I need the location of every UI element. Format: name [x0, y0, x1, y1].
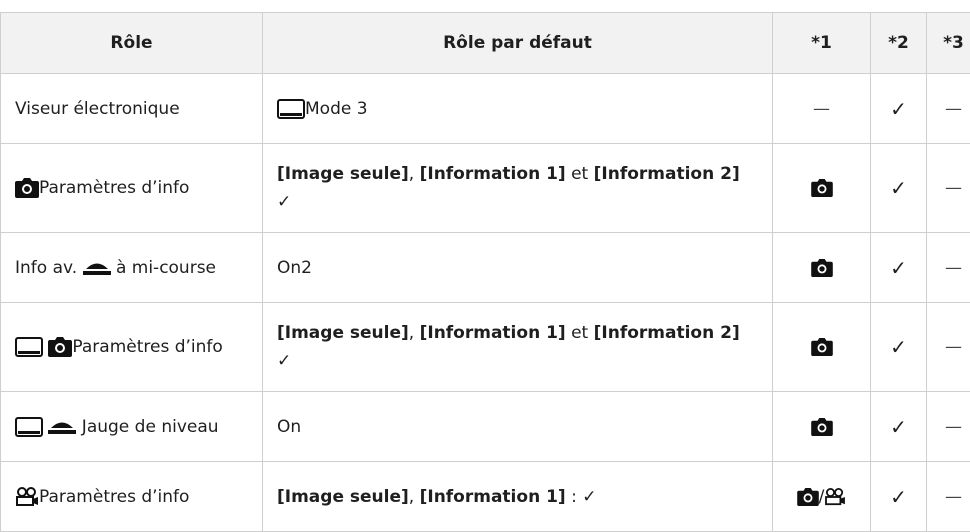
table-row: Paramètres d’info [Image seule], [Inform…	[1, 303, 970, 392]
default-cell: Mode 3	[263, 74, 773, 144]
default-part: [Information 1]	[420, 323, 566, 343]
col3-value: —	[927, 144, 970, 233]
default-value: On	[277, 417, 301, 437]
role-label: Info av.	[15, 258, 83, 278]
col3-value: —	[927, 462, 970, 532]
default-part: ,	[409, 487, 420, 507]
role-cell: Paramètres d’info	[1, 462, 263, 532]
role-label: Paramètres d’info	[72, 337, 222, 357]
role-cell: Paramètres d’info	[1, 303, 263, 392]
col3-value: —	[927, 74, 970, 144]
col2-check: ✓	[871, 144, 927, 233]
movie-camera-icon	[824, 488, 846, 506]
col1-value: —	[773, 74, 871, 144]
table-row: Paramètres d’info [Image seule], [Inform…	[1, 462, 970, 532]
col2-check: ✓	[871, 74, 927, 144]
table-row: Jauge de niveau On ✓ —	[1, 392, 970, 462]
lcd-monitor-icon	[15, 337, 43, 357]
default-part: [Information 2]	[594, 323, 740, 343]
default-part: [Image seule]	[277, 487, 409, 507]
role-label: Viseur électronique	[15, 99, 180, 119]
table-header-row: Rôle Rôle par défaut *1 *2 *3	[1, 13, 970, 74]
default-part: [Image seule]	[277, 164, 409, 184]
default-part: et	[566, 164, 594, 184]
role-label-suffix: à mi-course	[111, 258, 216, 278]
header-default-role: Rôle par défaut	[263, 13, 773, 74]
movie-camera-icon	[15, 487, 39, 507]
default-part: [Image seule]	[277, 323, 409, 343]
table-row: Info av. à mi-course On2 ✓ —	[1, 233, 970, 303]
col2-check: ✓	[871, 462, 927, 532]
col1-value	[773, 233, 871, 303]
default-cell: [Image seule], [Information 1] et [Infor…	[263, 144, 773, 233]
default-part: : ✓	[566, 487, 597, 507]
role-cell: Jauge de niveau	[1, 392, 263, 462]
default-part: ,	[409, 323, 420, 343]
default-value: Mode 3	[305, 99, 368, 119]
default-part: et	[566, 323, 594, 343]
shutter-button-icon	[48, 419, 76, 435]
col1-value: /	[773, 462, 871, 532]
col2-check: ✓	[871, 303, 927, 392]
settings-table: Rôle Rôle par défaut *1 *2 *3 Viseur éle…	[0, 12, 970, 532]
lcd-monitor-icon	[277, 99, 305, 119]
lcd-monitor-icon	[15, 417, 43, 437]
col2-check: ✓	[871, 233, 927, 303]
role-cell: Viseur électronique	[1, 74, 263, 144]
default-part: [Information 1]	[420, 487, 566, 507]
camera-icon	[811, 338, 833, 356]
col1-value	[773, 392, 871, 462]
default-cell: [Image seule], [Information 1] : ✓	[263, 462, 773, 532]
camera-icon	[15, 178, 39, 198]
camera-icon	[811, 418, 833, 436]
camera-icon	[48, 337, 72, 357]
col2-check: ✓	[871, 392, 927, 462]
role-cell: Info av. à mi-course	[1, 233, 263, 303]
default-part: ,	[409, 164, 420, 184]
default-part: ✓	[277, 351, 291, 371]
col1-value	[773, 303, 871, 392]
default-cell: On2	[263, 233, 773, 303]
role-cell: Paramètres d’info	[1, 144, 263, 233]
header-col1: *1	[773, 13, 871, 74]
role-label: Jauge de niveau	[76, 417, 218, 437]
camera-icon	[811, 259, 833, 277]
default-cell: On	[263, 392, 773, 462]
default-part: [Information 1]	[420, 164, 566, 184]
col3-value: —	[927, 392, 970, 462]
camera-icon	[811, 179, 833, 197]
shutter-button-icon	[83, 260, 111, 276]
role-label: Paramètres d’info	[39, 487, 189, 507]
col3-value: —	[927, 303, 970, 392]
default-part: [Information 2]	[594, 164, 740, 184]
header-role: Rôle	[1, 13, 263, 74]
table-row: Paramètres d’info [Image seule], [Inform…	[1, 144, 970, 233]
table-row: Viseur électronique Mode 3 — ✓ —	[1, 74, 970, 144]
default-part: ✓	[277, 192, 291, 212]
col1-value	[773, 144, 871, 233]
default-cell: [Image seule], [Information 1] et [Infor…	[263, 303, 773, 392]
header-col3: *3	[927, 13, 970, 74]
role-label: Paramètres d’info	[39, 178, 189, 198]
camera-icon	[797, 488, 819, 506]
default-value: On2	[277, 258, 312, 278]
col3-value: —	[927, 233, 970, 303]
header-col2: *2	[871, 13, 927, 74]
